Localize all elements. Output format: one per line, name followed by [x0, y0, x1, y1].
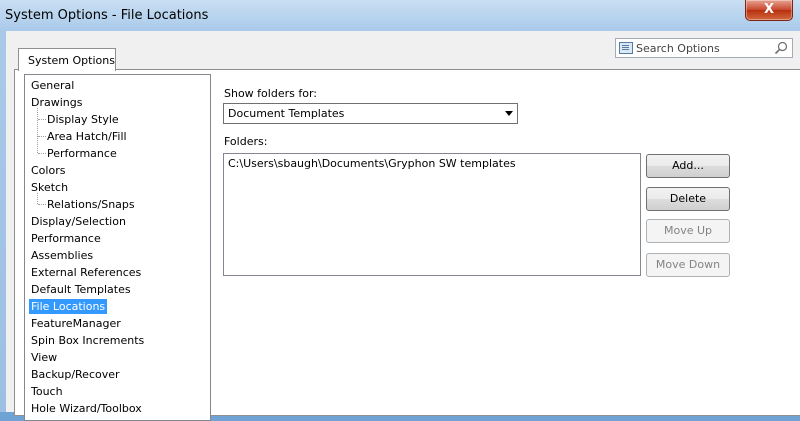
search-input[interactable]: Search Options: [636, 42, 720, 55]
tab-label: System Options: [28, 54, 115, 67]
tree-item[interactable]: Performance: [47, 145, 117, 162]
tree-item[interactable]: Performance: [31, 230, 101, 247]
tree-item-label: Display/Selection: [31, 215, 126, 228]
tree-item-label: Colors: [31, 164, 66, 177]
tab-system-options[interactable]: System Options: [18, 48, 116, 71]
tree-item[interactable]: Area Hatch/Fill: [47, 128, 127, 145]
move-down-button[interactable]: Move Down: [646, 253, 730, 277]
tree-item-label: Area Hatch/Fill: [47, 130, 127, 143]
tree-item[interactable]: Default Templates: [31, 281, 131, 298]
close-button[interactable]: X: [745, 0, 793, 21]
tree-item-label: FeatureManager: [31, 317, 121, 330]
dialog-window: System Options - File Locations X Search…: [0, 0, 800, 421]
tree-item[interactable]: Hole Wizard/Toolbox: [31, 400, 142, 417]
tree-item[interactable]: File Locations: [29, 298, 108, 315]
tree-item-label: External References: [31, 266, 142, 279]
tree-item-label: Performance: [31, 232, 101, 245]
options-tree[interactable]: General Drawings Display Style Area Hatch/F…: [24, 74, 211, 421]
tree-item[interactable]: Colors: [31, 162, 65, 179]
tree-item-label: Performance: [47, 147, 117, 160]
search-icon[interactable]: [774, 41, 788, 55]
tree-item[interactable]: FeatureManager: [31, 315, 121, 332]
tree-item[interactable]: General: [31, 77, 74, 94]
tree-item-label: Default Templates: [31, 283, 131, 296]
tree-connector: [38, 204, 46, 205]
chevron-down-icon: [505, 111, 513, 116]
tree-item-label: General: [31, 79, 75, 92]
tree-item[interactable]: Relations/Snaps: [47, 196, 135, 213]
title-bar[interactable]: System Options - File Locations X: [0, 0, 800, 32]
tree-item[interactable]: Display Style: [47, 111, 119, 128]
tree-item-label: View: [31, 351, 58, 364]
tree-item-label: Relations/Snaps: [47, 198, 135, 211]
list-item[interactable]: C:\Users\sbaugh\Documents\Gryphon SW tem…: [228, 157, 516, 170]
tree-connector: [37, 193, 38, 204]
add-button[interactable]: Add...: [646, 154, 730, 178]
show-folders-dropdown[interactable]: Document Templates: [223, 103, 518, 124]
tree-item-label: Hole Wizard/Toolbox: [31, 402, 142, 415]
folders-list[interactable]: C:\Users\sbaugh\Documents\Gryphon SW tem…: [223, 153, 641, 276]
tree-item[interactable]: Spin Box Increments: [31, 332, 144, 349]
tree-connector: [38, 136, 46, 137]
tree-connector: [38, 119, 46, 120]
tree-connector: [38, 153, 46, 154]
show-folders-label: Show folders for:: [224, 87, 317, 100]
list-icon: [619, 42, 633, 54]
tree-item[interactable]: Drawings: [31, 94, 82, 111]
window-title: System Options - File Locations: [5, 8, 209, 23]
tree-item[interactable]: External References: [31, 264, 141, 281]
show-folders-value: Document Templates: [228, 107, 345, 120]
tree-item-label: Spin Box Increments: [31, 334, 145, 347]
tree-item-label: Drawings: [31, 96, 83, 109]
tree-item-label: Touch: [31, 385, 63, 398]
tree-item[interactable]: Backup/Recover: [31, 366, 120, 383]
search-options-box[interactable]: Search Options: [615, 38, 793, 58]
tree-item[interactable]: View: [31, 349, 57, 366]
tree-item-label: File Locations: [29, 299, 108, 314]
move-up-button[interactable]: Move Up: [646, 219, 730, 243]
folders-label: Folders:: [224, 135, 268, 148]
tree-item[interactable]: Assemblies: [31, 247, 93, 264]
tree-item[interactable]: Display/Selection: [31, 213, 126, 230]
delete-button[interactable]: Delete: [646, 187, 730, 211]
tree-connector: [37, 108, 38, 153]
tree-item-label: Assemblies: [31, 249, 94, 262]
tree-item-label: Backup/Recover: [31, 368, 120, 381]
tree-item-label: Display Style: [47, 113, 119, 126]
tree-item[interactable]: Touch: [31, 383, 63, 400]
